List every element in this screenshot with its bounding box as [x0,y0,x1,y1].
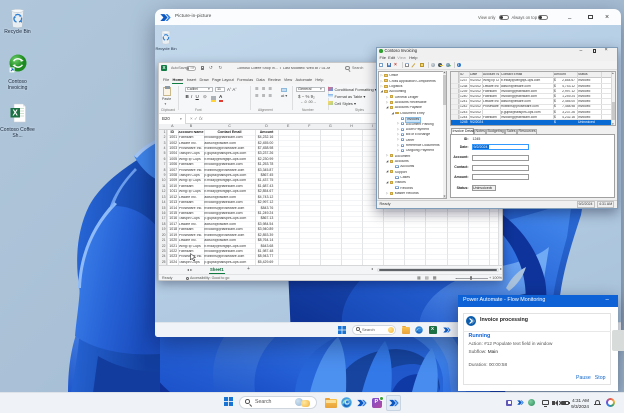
svg-text:X: X [13,109,19,118]
